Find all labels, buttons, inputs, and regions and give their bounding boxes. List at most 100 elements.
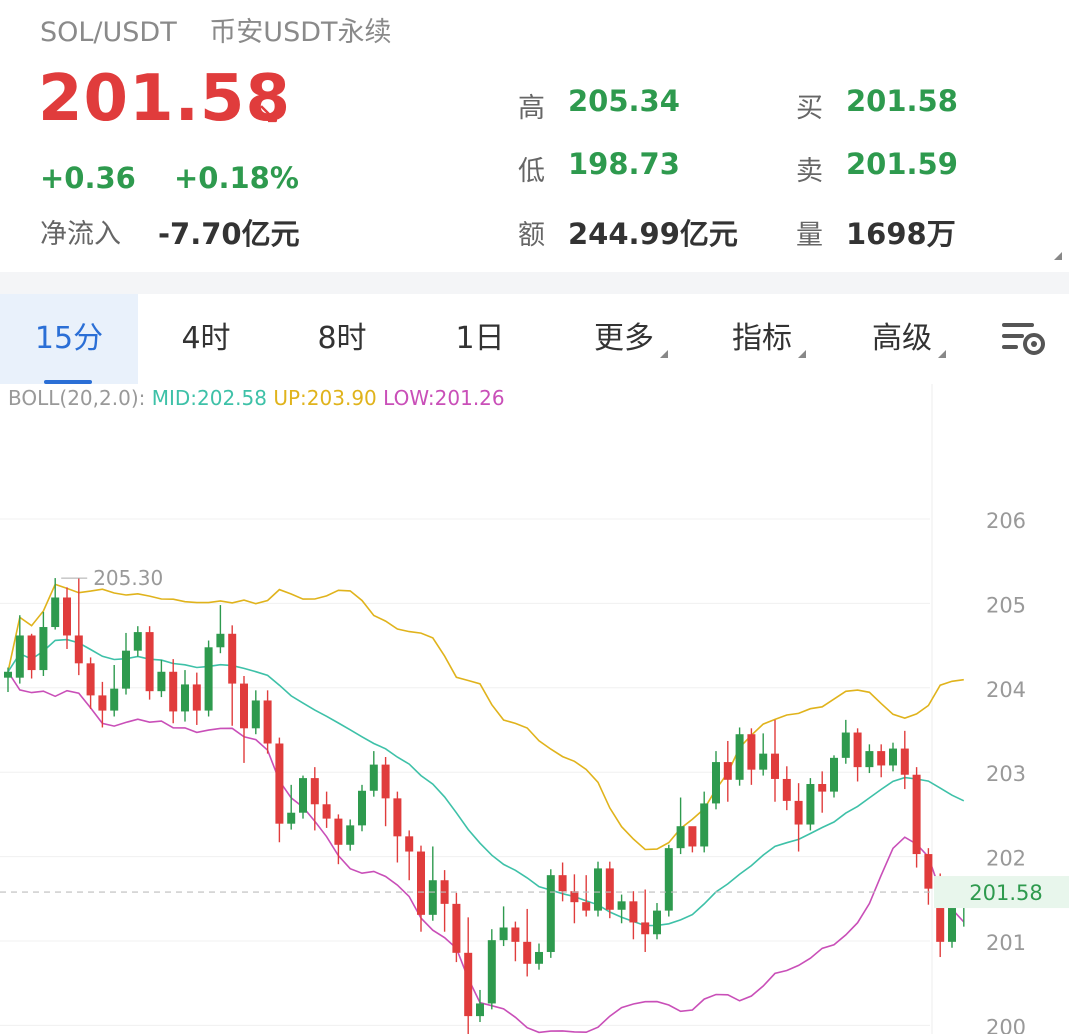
candle-body bbox=[747, 734, 756, 770]
timeframe-tabbar: 15分 4时 8时 1日 更多 指标 高级 bbox=[0, 294, 1069, 384]
candle-body bbox=[900, 748, 909, 775]
tab-label: 1日 bbox=[455, 321, 505, 356]
candle-body bbox=[169, 671, 178, 712]
candle-body bbox=[133, 632, 142, 651]
candle-body bbox=[912, 774, 921, 855]
tab-more[interactable]: 更多 bbox=[574, 294, 674, 384]
candle-body bbox=[181, 684, 189, 712]
tab-1d[interactable]: 1日 bbox=[422, 294, 538, 384]
ask-value: 201.59 bbox=[846, 147, 958, 181]
candle-body bbox=[405, 836, 414, 852]
candle-body bbox=[782, 778, 791, 801]
candle-body bbox=[98, 695, 107, 711]
down-arrow-icon: ↘ bbox=[256, 96, 282, 131]
candle-body bbox=[594, 868, 602, 911]
candle-body bbox=[4, 671, 12, 678]
candle-body bbox=[511, 927, 520, 942]
tab-advanced[interactable]: 高级 bbox=[852, 294, 952, 384]
candle-body bbox=[653, 910, 661, 935]
candle-body bbox=[322, 804, 331, 819]
market-name: 币安USDT永续 bbox=[209, 17, 392, 48]
candle-body bbox=[806, 784, 815, 825]
candle-body bbox=[558, 875, 567, 892]
candle-body bbox=[464, 952, 473, 1017]
candle-body bbox=[759, 753, 768, 770]
candle-body bbox=[310, 778, 319, 805]
candle-body bbox=[358, 790, 366, 826]
tab-label: 15分 bbox=[34, 321, 104, 356]
bid-label: 买 bbox=[796, 93, 823, 124]
candle-body bbox=[369, 764, 378, 791]
candle-body bbox=[723, 762, 732, 780]
low-value: 198.73 bbox=[568, 147, 680, 181]
tab-label: 指标 bbox=[732, 321, 792, 356]
net-inflow-label: 净流入 bbox=[40, 219, 121, 250]
tab-8h[interactable]: 8时 bbox=[284, 294, 400, 384]
candle-body bbox=[605, 868, 614, 910]
candle-body bbox=[841, 732, 850, 758]
boll-up-line bbox=[7, 583, 964, 851]
price-change-percent: +0.18% bbox=[174, 161, 299, 195]
price-change: +0.36 bbox=[40, 161, 136, 195]
candle-body bbox=[546, 875, 555, 952]
candle-body bbox=[240, 683, 248, 729]
y-tick-label: 200 bbox=[986, 1015, 1026, 1034]
candle-body bbox=[712, 762, 720, 804]
amount-value: 244.99亿元 bbox=[568, 217, 738, 251]
expand-corner-icon[interactable] bbox=[1054, 252, 1062, 260]
low-label: 低 bbox=[518, 156, 545, 187]
candle-body bbox=[629, 901, 638, 923]
candle-body bbox=[487, 940, 496, 1004]
candle-body bbox=[735, 734, 744, 780]
tab-4h[interactable]: 4时 bbox=[148, 294, 264, 384]
tab-indicators[interactable]: 指标 bbox=[712, 294, 812, 384]
candle-body bbox=[948, 904, 956, 942]
candle-body bbox=[63, 597, 71, 636]
candle-body bbox=[794, 800, 803, 825]
candle-body bbox=[771, 753, 779, 779]
tab-15min[interactable]: 15分 bbox=[0, 294, 138, 384]
candle-body bbox=[216, 633, 225, 648]
candle-body bbox=[853, 732, 862, 768]
candle-body bbox=[51, 597, 60, 628]
candle-body bbox=[700, 803, 709, 847]
candle-body bbox=[499, 927, 508, 941]
candle-body bbox=[263, 700, 272, 744]
candle-body bbox=[818, 784, 827, 792]
candle-body bbox=[417, 851, 425, 915]
candle-body bbox=[157, 671, 166, 692]
tab-label: 8时 bbox=[317, 321, 367, 356]
candle-body bbox=[110, 688, 119, 711]
candle-body bbox=[535, 951, 543, 964]
max-marker-label: 205.30 bbox=[93, 566, 163, 590]
y-tick-label: 203 bbox=[986, 762, 1026, 786]
last-price: 201.58 bbox=[38, 62, 291, 136]
candle-body bbox=[865, 751, 874, 768]
candle-body bbox=[570, 891, 579, 903]
y-tick-label: 206 bbox=[986, 509, 1026, 533]
tab-label: 4时 bbox=[181, 321, 231, 356]
current-price-label: 201.58 bbox=[969, 881, 1042, 905]
candle-body bbox=[74, 635, 83, 664]
volume-label: 量 bbox=[796, 220, 823, 251]
candle-body bbox=[122, 650, 130, 689]
y-tick-label: 201 bbox=[986, 931, 1026, 955]
candle-body bbox=[39, 627, 48, 671]
candle-body bbox=[889, 748, 897, 766]
candle-body bbox=[145, 632, 154, 692]
candle-body bbox=[275, 743, 284, 824]
candlestick-chart[interactable]: 206 205 204 203 202 201 200 201.58 205.30 bbox=[0, 384, 1069, 1034]
volume-value: 1698万 bbox=[846, 217, 956, 251]
indicators-dropdown-icon bbox=[798, 350, 806, 358]
chart-settings-icon[interactable] bbox=[1000, 320, 1048, 356]
candle-body bbox=[15, 635, 24, 678]
ask-label: 卖 bbox=[796, 156, 823, 187]
candles-layer bbox=[4, 578, 968, 1034]
candle-body bbox=[641, 922, 650, 935]
section-divider bbox=[0, 272, 1069, 294]
tab-label: 高级 bbox=[872, 321, 932, 356]
amount-label: 额 bbox=[518, 220, 545, 251]
candle-body bbox=[617, 901, 626, 910]
candle-body bbox=[228, 633, 237, 684]
candle-body bbox=[676, 826, 685, 849]
